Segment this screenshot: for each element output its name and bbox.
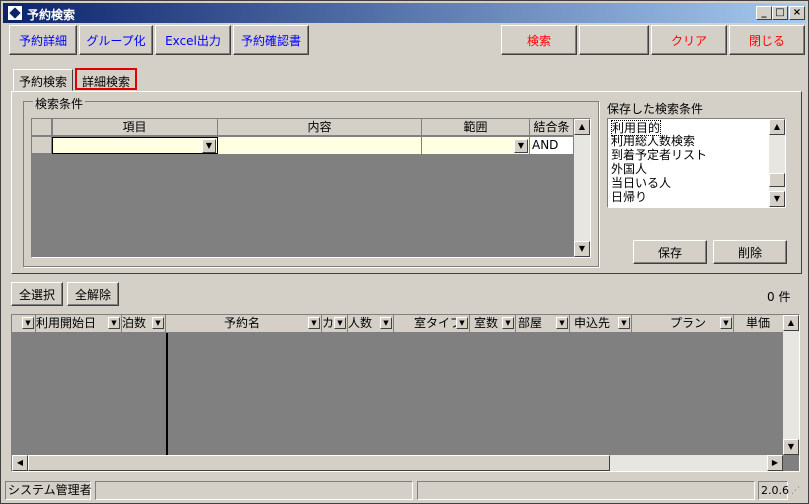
- tab-simple-search[interactable]: 予約検索: [13, 69, 74, 91]
- clear-button[interactable]: クリア: [651, 25, 727, 55]
- col-room: 部屋 ▼: [516, 315, 570, 333]
- status-user: システム管理者: [5, 481, 92, 500]
- col-people: 人数 ▼: [348, 315, 394, 333]
- conditions-scrollbar[interactable]: ▲ ▼: [574, 119, 590, 257]
- filter-dropdown-icon[interactable]: ▼: [556, 317, 568, 329]
- col-applicant: 申込先 ▼: [570, 315, 632, 333]
- list-item[interactable]: 当日いる人: [611, 176, 671, 190]
- excel-export-button[interactable]: Excel出力: [155, 25, 231, 55]
- status-panel: [417, 481, 755, 500]
- scroll-down-icon[interactable]: ▼: [769, 191, 785, 207]
- filter-dropdown-icon[interactable]: ▼: [618, 317, 630, 329]
- scroll-thumb[interactable]: [769, 173, 785, 187]
- scroll-up-icon[interactable]: ▲: [769, 119, 785, 135]
- range-dropdown-icon[interactable]: ▼: [514, 139, 528, 153]
- col-reservation-name: 予約名 ▼: [166, 315, 322, 333]
- group-button[interactable]: グループ化: [79, 25, 153, 55]
- saved-list-scrollbar[interactable]: ▲ ▼: [769, 119, 785, 207]
- delete-button[interactable]: 削除: [713, 240, 787, 264]
- col-unit-price: 単価: [734, 315, 784, 333]
- main-window: 予約検索 _ □ × 予約詳細 グループ化 Excel出力 予約確認書 検索 ク…: [0, 0, 809, 504]
- hscroll-thumb[interactable]: [28, 455, 610, 471]
- resize-grip-icon[interactable]: ⋰: [791, 486, 800, 496]
- scroll-right-icon[interactable]: ▶: [767, 455, 783, 471]
- col-kana: カ ▼: [322, 315, 348, 333]
- filter-dropdown-icon[interactable]: ▼: [456, 317, 468, 329]
- scroll-down-icon[interactable]: ▼: [574, 241, 590, 257]
- filter-dropdown-icon[interactable]: ▼: [152, 317, 164, 329]
- col-room-type: 室タイプ ▼: [394, 315, 470, 333]
- item-select[interactable]: [52, 137, 218, 154]
- filter-dropdown-icon[interactable]: ▼: [108, 317, 120, 329]
- title-bar: 予約検索 _ □ ×: [3, 3, 806, 23]
- results-vscrollbar[interactable]: ▲ ▼: [783, 315, 799, 455]
- window-title: 予約検索: [27, 8, 76, 22]
- result-count: 0 件: [767, 290, 791, 304]
- filter-dropdown-icon[interactable]: ▼: [308, 317, 320, 329]
- close-icon[interactable]: ×: [789, 6, 805, 20]
- scroll-up-icon[interactable]: ▲: [574, 119, 590, 135]
- list-item[interactable]: 外国人: [611, 162, 647, 176]
- row-selector[interactable]: [32, 137, 52, 154]
- reservation-detail-button[interactable]: 予約詳細: [9, 25, 77, 55]
- scroll-left-icon[interactable]: ◀: [12, 455, 28, 471]
- saved-conditions-list[interactable]: 利用目的 利用総人数検索 到着予定者リスト 外国人 当日いる人 日帰り ▲ ▼: [607, 118, 786, 208]
- col-nights: 泊数 ▼: [122, 315, 166, 333]
- filter-dropdown-icon[interactable]: ▼: [502, 317, 514, 329]
- list-item[interactable]: 到着予定者リスト: [611, 148, 707, 162]
- join-select[interactable]: AND: [530, 137, 574, 154]
- row-selector-header: ▼: [12, 315, 36, 333]
- row-selector-header: [32, 119, 52, 136]
- app-icon: [7, 5, 23, 21]
- filter-dropdown-icon[interactable]: ▼: [22, 317, 34, 329]
- filter-dropdown-icon[interactable]: ▼: [720, 317, 732, 329]
- results-hscrollbar[interactable]: ◀ ▶: [12, 455, 783, 471]
- saved-conditions-label: 保存した検索条件: [607, 102, 704, 116]
- results-grid: ▼ 利用開始日 ▼ 泊数 ▼ 予約名 ▼ カ ▼ 人数 ▼ 室タイプ ▼ 室数 …: [11, 314, 800, 472]
- filter-dropdown-icon[interactable]: ▼: [334, 317, 346, 329]
- search-conditions-label: 検索条件: [33, 95, 86, 112]
- header-content: 内容: [218, 119, 422, 136]
- deselect-all-button[interactable]: 全解除: [67, 282, 119, 306]
- save-button[interactable]: 保存: [633, 240, 707, 264]
- header-range: 範囲: [422, 119, 530, 136]
- status-panel: [95, 481, 413, 500]
- filter-dropdown-icon[interactable]: ▼: [380, 317, 392, 329]
- frozen-divider: [166, 333, 168, 455]
- status-bar: システム管理者 2.0.6 ⋰: [3, 480, 806, 501]
- header-join: 結合条: [530, 119, 574, 136]
- list-item[interactable]: 利用総人数検索: [611, 134, 695, 148]
- status-version: 2.0.6: [758, 481, 789, 500]
- close-button[interactable]: 閉じる: [729, 25, 805, 55]
- conditions-grid: 項目 内容 範囲 結合条 ▼ ▼ AND ▲ ▼: [31, 118, 591, 258]
- content-field[interactable]: [218, 137, 422, 154]
- scroll-up-icon[interactable]: ▲: [783, 315, 799, 331]
- scroll-down-icon[interactable]: ▼: [783, 439, 799, 455]
- blank-button[interactable]: [579, 25, 649, 55]
- search-button[interactable]: 検索: [501, 25, 577, 55]
- select-all-button[interactable]: 全選択: [11, 282, 63, 306]
- header-item: 項目: [52, 119, 218, 136]
- maximize-icon[interactable]: □: [772, 6, 788, 20]
- col-start-date: 利用開始日 ▼: [36, 315, 122, 333]
- item-dropdown-icon[interactable]: ▼: [202, 139, 216, 153]
- col-room-count: 室数 ▼: [470, 315, 516, 333]
- tab-detail-search[interactable]: 詳細検索: [75, 68, 138, 90]
- confirmation-button[interactable]: 予約確認書: [233, 25, 309, 55]
- list-item[interactable]: 日帰り: [611, 190, 647, 204]
- minimize-icon[interactable]: _: [756, 6, 772, 20]
- col-plan: プラン ▼: [632, 315, 734, 333]
